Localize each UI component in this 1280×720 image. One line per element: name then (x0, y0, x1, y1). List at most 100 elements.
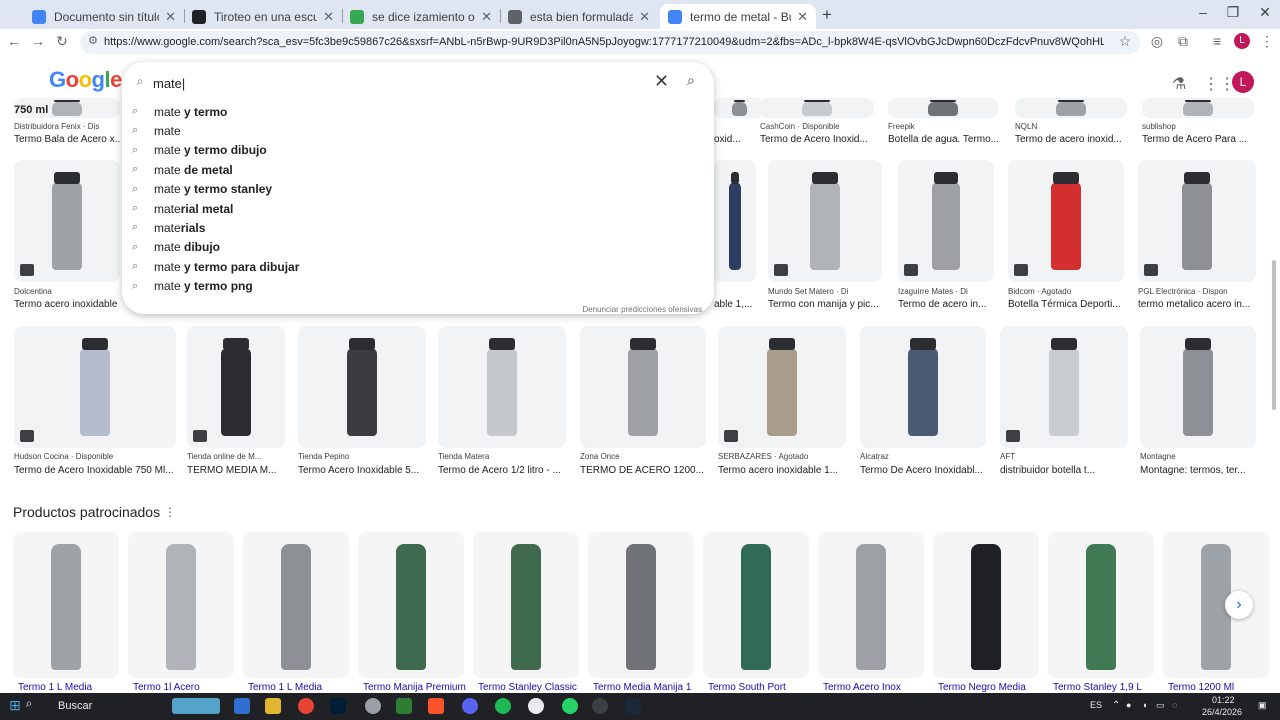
sponsored-product-title[interactable]: Termo Acero Inox (823, 682, 933, 693)
app-icon[interactable] (365, 698, 381, 714)
maximize-icon[interactable]: ❐ (1218, 4, 1248, 21)
suggestion-item[interactable]: ⌕ mate de metal (132, 160, 692, 179)
clock-time[interactable]: 01:22 (1212, 695, 1235, 705)
google-account-avatar[interactable]: L (1232, 71, 1254, 93)
bookmark-star-icon[interactable]: ☆ (1116, 33, 1134, 50)
result-thumbnail[interactable] (860, 326, 986, 448)
result-thumbnail[interactable] (298, 326, 426, 448)
close-window-icon[interactable]: ✕ (1250, 4, 1280, 21)
sponsored-product-title[interactable]: Termo Stanley 1,9 L (1053, 682, 1163, 693)
suggestion-item[interactable]: ⌕ mate (132, 121, 692, 140)
discord-icon[interactable] (462, 698, 478, 714)
close-tab-icon[interactable]: ✕ (481, 9, 492, 25)
result-thumbnail[interactable] (14, 326, 176, 448)
lens-icon[interactable] (724, 430, 738, 442)
result-thumbnail[interactable] (714, 160, 756, 282)
result-thumbnail[interactable] (760, 98, 874, 118)
result-title[interactable]: Montagne: termos, ter... (1140, 465, 1256, 476)
result-title[interactable]: TERMO MEDIA M... (187, 465, 285, 476)
result-title[interactable]: Termo de acero inoxid... (1015, 134, 1127, 145)
sponsored-product-title[interactable]: Termo 1 L Media (248, 682, 358, 693)
photoshop-icon[interactable] (330, 698, 346, 714)
translate-icon[interactable]: ◎ (1148, 33, 1166, 50)
sponsored-product-image[interactable] (358, 532, 464, 678)
suggestion-item[interactable]: ⌕ mate y termo stanley (132, 180, 692, 199)
sponsored-product-title[interactable]: Termo Stanley Classic (478, 682, 588, 693)
google-logo[interactable]: Google (49, 67, 122, 93)
result-source[interactable]: Montagne (1140, 452, 1256, 461)
result-thumbnail[interactable] (1138, 160, 1256, 282)
result-thumbnail[interactable] (898, 160, 994, 282)
result-title[interactable]: Termo Bala de Acero x... (14, 134, 120, 145)
site-info-icon[interactable]: ⚙ (84, 34, 102, 47)
whatsapp-icon[interactable] (562, 698, 578, 714)
tab-news[interactable]: Tiroteo en una escuela de Sant ✕ (184, 4, 342, 29)
suggestion-item[interactable]: ⌕ mate y termo dibujo (132, 141, 692, 160)
clock-date[interactable]: 26/4/2026 (1202, 707, 1242, 717)
result-thumbnail[interactable] (580, 326, 706, 448)
brave-icon[interactable] (428, 698, 444, 714)
back-icon[interactable]: ← (5, 33, 23, 49)
result-title[interactable]: TERMO DE ACERO 1200... (580, 465, 706, 476)
steam-icon[interactable] (625, 698, 641, 714)
report-predictions-link[interactable]: Denunciar predicciones ofensivas (582, 305, 702, 314)
sponsored-product-title[interactable]: Termo 1200 Ml (1168, 682, 1278, 693)
sponsored-product-title[interactable]: Termo Media Manija 1 (593, 682, 703, 693)
result-source[interactable]: Dolcentina (14, 287, 120, 296)
page-scrollbar[interactable] (1272, 260, 1276, 410)
result-source[interactable]: NQLN (1015, 122, 1127, 131)
suggestion-item[interactable]: ⌕ material metal (132, 199, 692, 218)
sponsored-product-title[interactable]: Termo South Port (708, 682, 818, 693)
language-indicator[interactable]: ES (1090, 700, 1102, 710)
carousel-next-icon[interactable]: › (1225, 591, 1253, 619)
tab-frase[interactable]: esta bien formulada esta fras ✕ (500, 4, 658, 29)
result-source[interactable]: PGL Electrónica · Dispon (1138, 287, 1256, 296)
suggestion-item[interactable]: ⌕ mate y termo (132, 102, 692, 121)
labs-flask-icon[interactable]: ⚗ (1172, 74, 1186, 94)
result-thumbnail[interactable] (768, 160, 882, 282)
result-source[interactable]: Freepik (888, 122, 998, 131)
lens-icon[interactable] (20, 264, 34, 276)
chrome-icon[interactable] (298, 698, 314, 714)
spotify-icon[interactable] (495, 698, 511, 714)
lens-icon[interactable] (1144, 264, 1158, 276)
result-source[interactable]: Distribuidora Fenix · Dis (14, 122, 120, 131)
search-submit-icon[interactable]: ⌕ (687, 72, 695, 89)
result-source[interactable]: Tienda Pepino (298, 452, 426, 461)
result-title[interactable]: Termo de acero in... (898, 299, 994, 310)
close-tab-icon[interactable]: ✕ (797, 9, 808, 25)
lens-icon[interactable] (904, 264, 918, 276)
sponsored-product-image[interactable] (703, 532, 809, 678)
result-title[interactable]: Botella de agua. Termo... (888, 134, 998, 145)
result-title[interactable]: Termo de Acero Para ... (1142, 134, 1254, 145)
sponsored-product-image[interactable] (933, 532, 1039, 678)
menu-kebab-icon[interactable]: ⋮ (1258, 33, 1276, 50)
sponsored-product-image[interactable] (128, 532, 234, 678)
result-title[interactable]: oxid... (714, 134, 764, 145)
app-green-icon[interactable] (396, 698, 412, 714)
tray-chevron-icon[interactable]: ⌃ (1112, 700, 1120, 711)
new-tab-icon[interactable]: + (822, 5, 832, 25)
close-tab-icon[interactable]: ✕ (165, 9, 176, 25)
extensions-icon[interactable]: ⧉ (1174, 33, 1192, 50)
result-title[interactable]: Termo Acero Inoxidable 5... (298, 465, 426, 476)
mic-icon[interactable]: ● (1126, 700, 1131, 710)
result-title[interactable]: distribuidor botella t... (1000, 465, 1128, 476)
chat-icon[interactable]: ▣ (1258, 700, 1267, 711)
result-source[interactable]: Hudson Cocina · Disponible (14, 452, 176, 461)
minimize-icon[interactable]: – (1188, 4, 1218, 20)
sponsored-product-image[interactable] (1163, 532, 1269, 678)
result-source[interactable]: Zona Once (580, 452, 706, 461)
result-source[interactable]: CashCoin · Disponible (760, 122, 874, 131)
result-thumbnail[interactable] (1000, 326, 1128, 448)
result-title[interactable]: Termo De Acero Inoxidabl... (860, 465, 986, 476)
sponsored-options-icon[interactable]: ⋮ (164, 505, 176, 519)
suggestion-item[interactable]: ⌕ mate dibujo (132, 238, 692, 257)
notifications-icon[interactable]: ◌ (1172, 700, 1177, 710)
app-dark-icon[interactable] (592, 698, 608, 714)
result-thumbnail[interactable] (1008, 160, 1124, 282)
apps-grid-icon[interactable]: ⋮⋮ (1203, 74, 1235, 94)
copilot-icon[interactable] (234, 698, 250, 714)
result-title[interactable]: Botella Térmica Deporti... (1008, 299, 1124, 310)
lens-icon[interactable] (1006, 430, 1020, 442)
